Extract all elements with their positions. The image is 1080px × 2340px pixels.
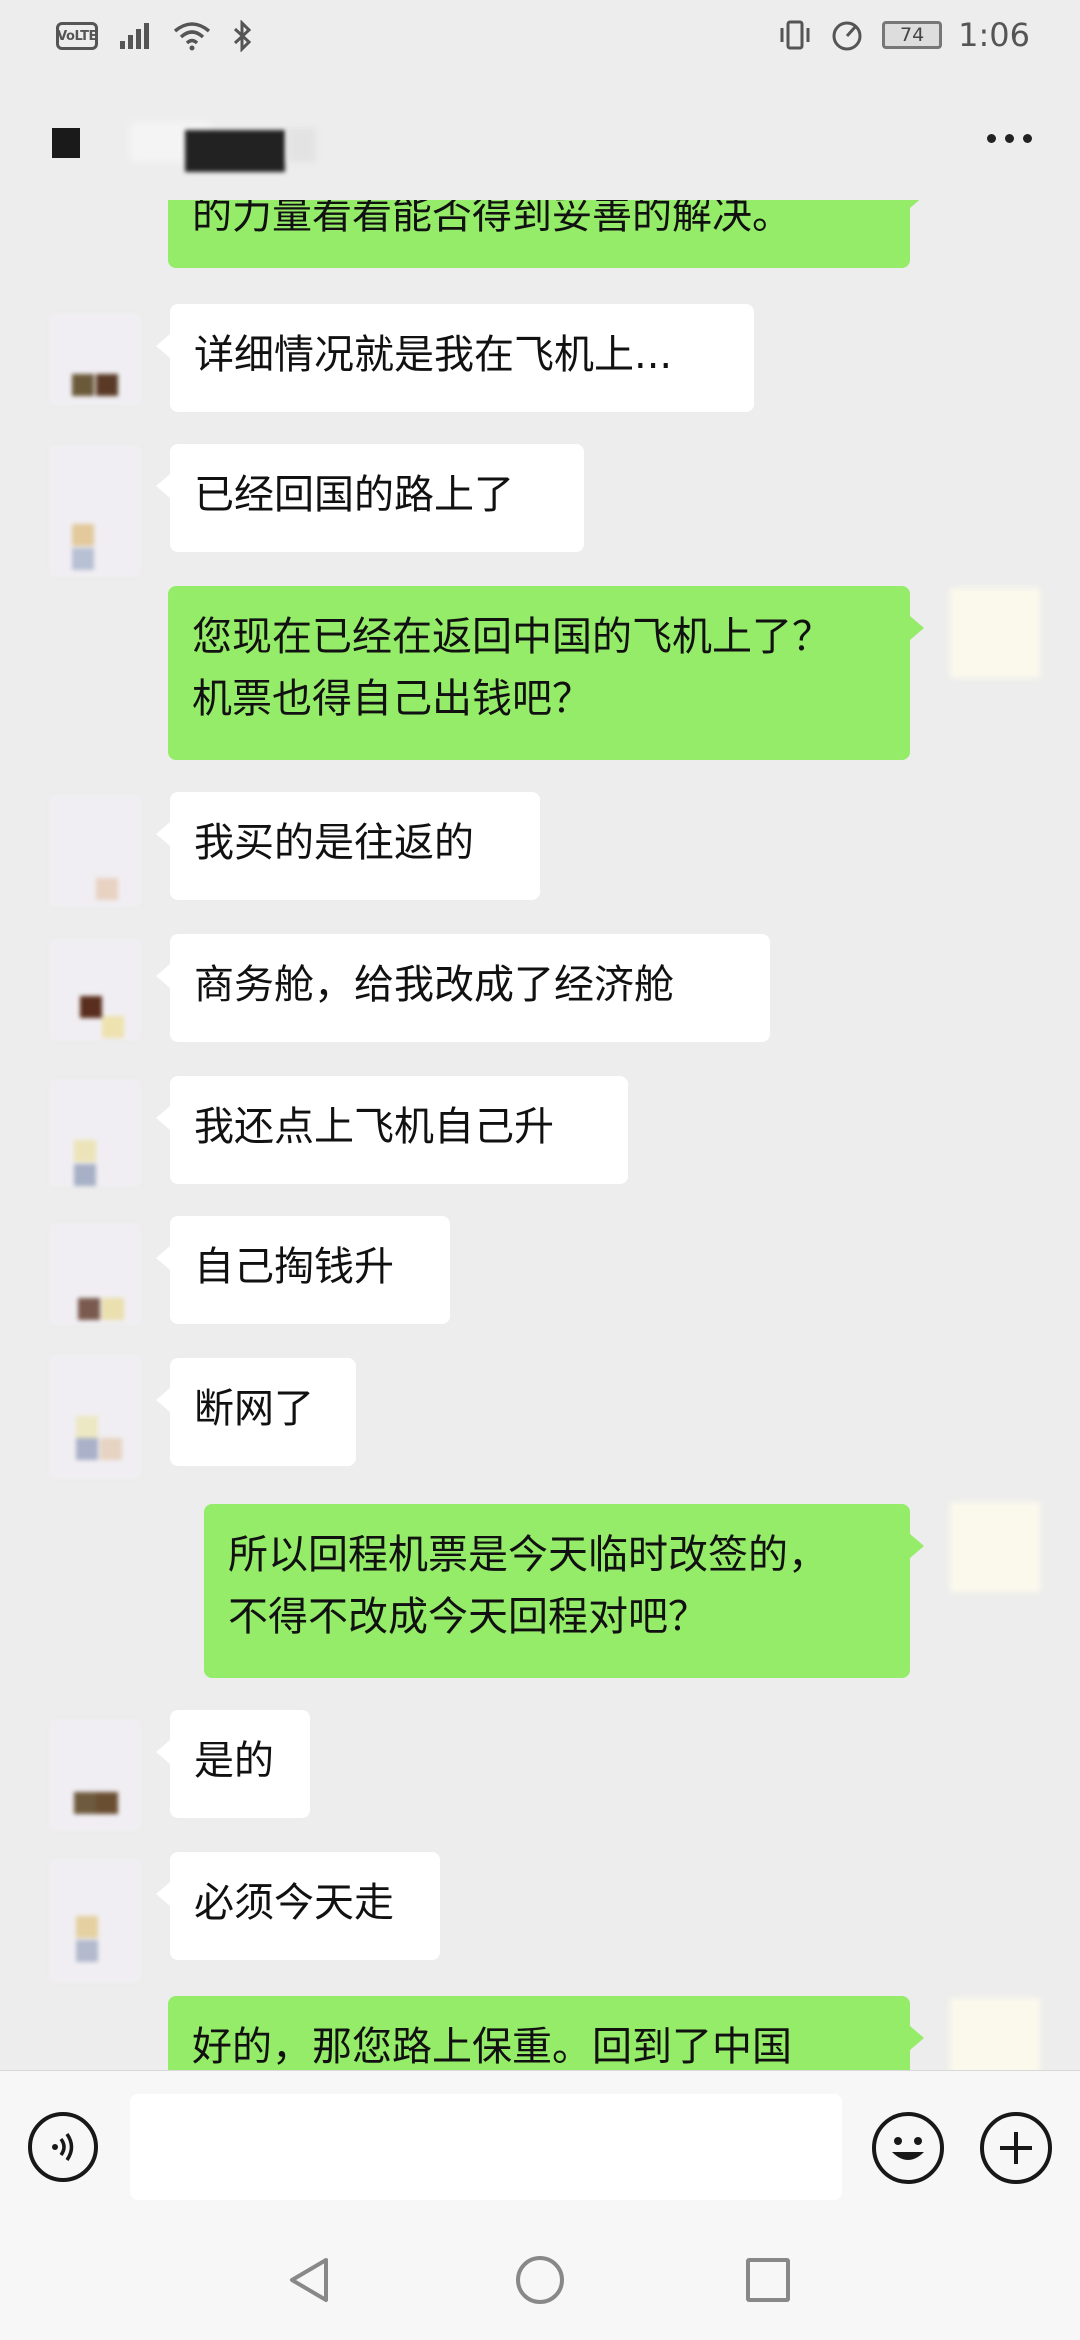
message-bubble-received[interactable]: 已经回国的路上了: [156, 444, 584, 552]
message-bubble-sent[interactable]: 所以回程机票是今天临时改签的， 不得不改成今天回程对吧？: [204, 1504, 924, 1678]
signal-icon: [120, 23, 149, 49]
recent-square-icon[interactable]: [746, 2258, 790, 2302]
message-bubble-received[interactable]: 断网了: [156, 1358, 356, 1466]
volte-badge: VoLTE: [56, 22, 98, 50]
message-text: 是的: [194, 1738, 274, 1784]
status-time: 1:06: [958, 16, 1030, 54]
avatar[interactable]: [50, 1356, 140, 1478]
message-text: 断网了: [194, 1386, 314, 1432]
message-bubble-sent[interactable]: 的力量看看能否得到妥善的解决。: [168, 200, 924, 268]
voice-wave-icon: [52, 2133, 74, 2161]
more-dots-icon[interactable]: [987, 134, 1032, 143]
back-triangle-icon[interactable]: [284, 2254, 334, 2306]
message-input[interactable]: [130, 2094, 842, 2200]
home-circle-icon[interactable]: [516, 2256, 564, 2304]
message-text: 必须今天走: [194, 1880, 394, 1926]
contact-name-redacted: [52, 128, 80, 158]
message-text-line: 您现在已经在返回中国的飞机上了？: [192, 614, 832, 660]
avatar[interactable]: [50, 1224, 140, 1324]
contact-name-redacted: [288, 128, 316, 162]
message-text: 详细情况就是我在飞机上...: [194, 332, 673, 378]
avatar[interactable]: [50, 1720, 140, 1830]
avatar[interactable]: [50, 314, 140, 404]
message-text: 的力量看看能否得到妥善的解决。: [192, 200, 792, 238]
message-bubble-received[interactable]: 我买的是往返的: [156, 792, 540, 900]
message-bubble-received[interactable]: 我还点上飞机自己升: [156, 1076, 628, 1184]
message-text-line: 机票也得自己出钱吧？: [192, 676, 592, 722]
nfc-icon: [832, 21, 862, 51]
status-bar: VoLTE 74 1:06: [0, 0, 1080, 80]
avatar[interactable]: [50, 446, 140, 576]
my-avatar[interactable]: [950, 1502, 1040, 1592]
status-right: 74 1:06: [778, 16, 1030, 54]
message-text-line: 不得不改成今天回程对吧？: [228, 1594, 708, 1640]
my-avatar[interactable]: [950, 588, 1040, 678]
message-text: 我还点上飞机自己升: [194, 1104, 554, 1150]
chat-message-list[interactable]: 的力量看看能否得到妥善的解决。 详细情况就是我在飞机上... 已经回国的路上了 …: [0, 200, 1080, 2070]
message-bubble-received[interactable]: 详细情况就是我在飞机上...: [156, 304, 754, 412]
status-left: VoLTE: [56, 20, 254, 52]
avatar[interactable]: [50, 796, 140, 906]
wifi-icon: [173, 22, 211, 51]
message-bubble-sent[interactable]: 好的，那您路上保重。回到了中国: [168, 1996, 924, 2070]
message-text: 自己掏钱升: [194, 1244, 394, 1290]
emoji-icon[interactable]: [872, 2112, 944, 2184]
contact-name-redacted: [185, 130, 285, 172]
battery-indicator: 74: [882, 21, 943, 49]
vibrate-icon: [780, 20, 810, 50]
message-bubble-received[interactable]: 必须今天走: [156, 1852, 440, 1960]
message-bubble-received[interactable]: 是的: [156, 1710, 310, 1818]
message-text: 商务舱，给我改成了经济舱: [194, 962, 674, 1008]
my-avatar[interactable]: [950, 1998, 1040, 2070]
plus-icon[interactable]: [980, 2112, 1052, 2184]
message-bubble-received[interactable]: 商务舱，给我改成了经济舱: [156, 934, 770, 1042]
bluetooth-icon: [233, 20, 252, 52]
message-text: 我买的是往返的: [194, 820, 474, 866]
avatar[interactable]: [50, 940, 140, 1040]
plus-sign-icon: [1000, 2132, 1032, 2164]
avatar[interactable]: [50, 1860, 140, 1982]
message-bubble-received[interactable]: 自己掏钱升: [156, 1216, 450, 1324]
avatar[interactable]: [50, 1080, 140, 1186]
voice-icon[interactable]: [28, 2112, 98, 2182]
message-text-line: 所以回程机票是今天临时改签的，: [228, 1532, 828, 1578]
message-bubble-sent[interactable]: 您现在已经在返回中国的飞机上了？ 机票也得自己出钱吧？: [168, 586, 924, 760]
message-text: 好的，那您路上保重。回到了中国: [192, 2024, 792, 2070]
message-text: 已经回国的路上了: [194, 472, 514, 518]
smiley-face-icon: [892, 2137, 924, 2160]
